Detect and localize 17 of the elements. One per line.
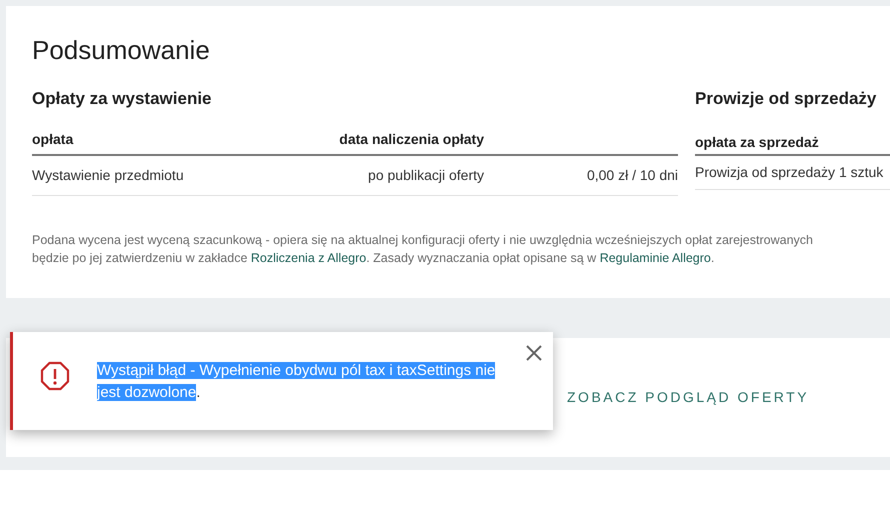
link[interactable]: Rozliczenia z Allegro [250,251,366,265]
table-cell-text: 0,00 zł / 10 dni [586,166,678,185]
link[interactable]: Regulaminie Allegro [600,251,711,265]
column-header: opłata za sprzedaż [695,133,819,152]
table-cell-text: po publikacji oferty [367,166,484,185]
table-cell-text: Prowizja od sprzedaży 1 sztuk [695,163,884,182]
section-heading: Opłaty za wystawienie [32,88,213,110]
column-header: data naliczenia opłaty [338,130,484,149]
error-icon [40,361,70,391]
table-cell-text: Wystawienie przedmiotu [32,166,185,185]
section-heading: Prowizje od sprzedaży [695,88,878,110]
column-header: opłata [32,130,74,149]
close-icon[interactable] [525,344,543,362]
preview-link[interactable]: ZOBACZ PODGLĄD OFERTY [567,387,810,408]
section-title: Podsumowanie [32,34,211,66]
pricing-note: Podana wycena jest wyceną szacunkową - opiera się na aktualnej konfiguracji oferty i nie uwzględnia wcześniejszych opłat zarejestrowanych będzie po jej zatwierdzeniu w zakładce Rozliczenia z Allegro. Zasady wyznaczania opłat opisane są w Regulaminie Allegro. [32,232,813,267]
error-message: Wystąpił błąd - Wypełnienie obydwu pól tax i taxSettings nie jest dozwolone. [97,361,496,403]
